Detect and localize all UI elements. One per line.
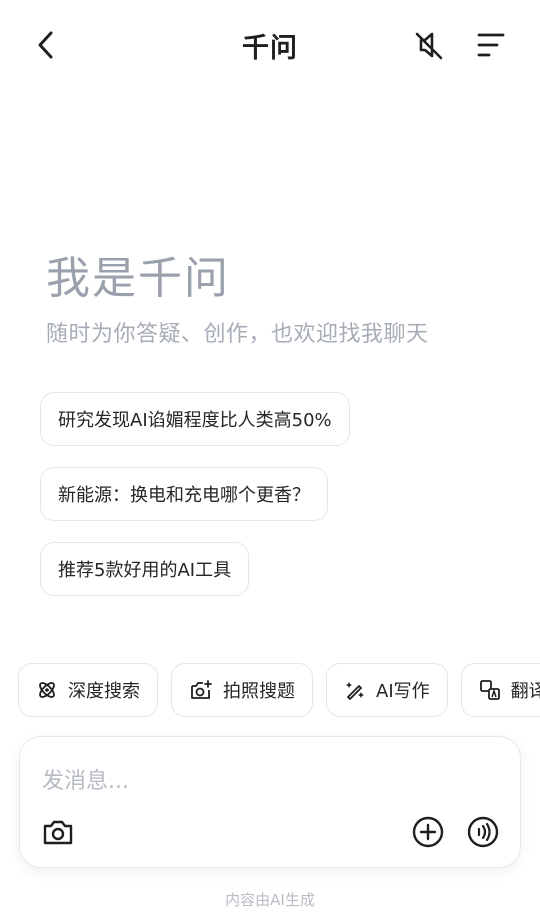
suggestion-chip[interactable]: 研究发现AI谄媚程度比人类高50% <box>40 392 350 446</box>
menu-button[interactable] <box>471 25 511 65</box>
plus-circle-icon <box>412 816 444 848</box>
chat-screen: 千问 我是千问 随时为你答疑、创作，也欢迎找我聊天 研究发现AI谄媚程度比人类高… <box>0 0 540 924</box>
camera-button[interactable] <box>38 812 78 852</box>
page-title: 千问 <box>242 33 298 64</box>
suggestion-chip[interactable]: 新能源：换电和充电哪个更香？ <box>40 467 328 521</box>
menu-icon <box>477 33 505 57</box>
photo-search-icon <box>191 680 212 699</box>
voice-icon <box>467 816 499 848</box>
message-input[interactable]: 发消息... <box>42 763 129 795</box>
welcome-title: 我是千问 <box>46 253 230 304</box>
tool-chip-row: 深度搜索 拍照搜题 AI写作 翻译 <box>18 663 540 717</box>
suggestion-chip[interactable]: 推荐5款好用的AI工具 <box>40 542 250 596</box>
tool-label: 翻译 <box>510 681 540 702</box>
speaker-muted-icon <box>415 32 443 60</box>
tool-ai-writing[interactable]: AI写作 <box>326 663 448 717</box>
voice-button[interactable] <box>463 812 503 852</box>
deep-search-icon <box>39 682 55 698</box>
tool-label: 拍照搜题 <box>223 681 295 702</box>
tool-translate[interactable]: 翻译 <box>460 663 540 717</box>
ai-disclaimer: 内容由AI生成 <box>225 891 315 909</box>
message-composer: 发消息... <box>19 736 521 868</box>
translate-icon <box>479 680 500 700</box>
tool-label: AI写作 <box>376 681 430 702</box>
tool-label: 深度搜索 <box>68 681 140 702</box>
add-button[interactable] <box>408 812 448 852</box>
tool-deep-search[interactable]: 深度搜索 <box>18 663 158 717</box>
tool-photo-search[interactable]: 拍照搜题 <box>171 663 313 717</box>
camera-icon <box>43 820 73 845</box>
magic-pen-icon <box>346 682 364 700</box>
welcome-subtitle: 随时为你答疑、创作，也欢迎找我聊天 <box>46 322 429 347</box>
top-bar: 千问 <box>0 0 540 90</box>
mute-button[interactable] <box>409 25 449 65</box>
